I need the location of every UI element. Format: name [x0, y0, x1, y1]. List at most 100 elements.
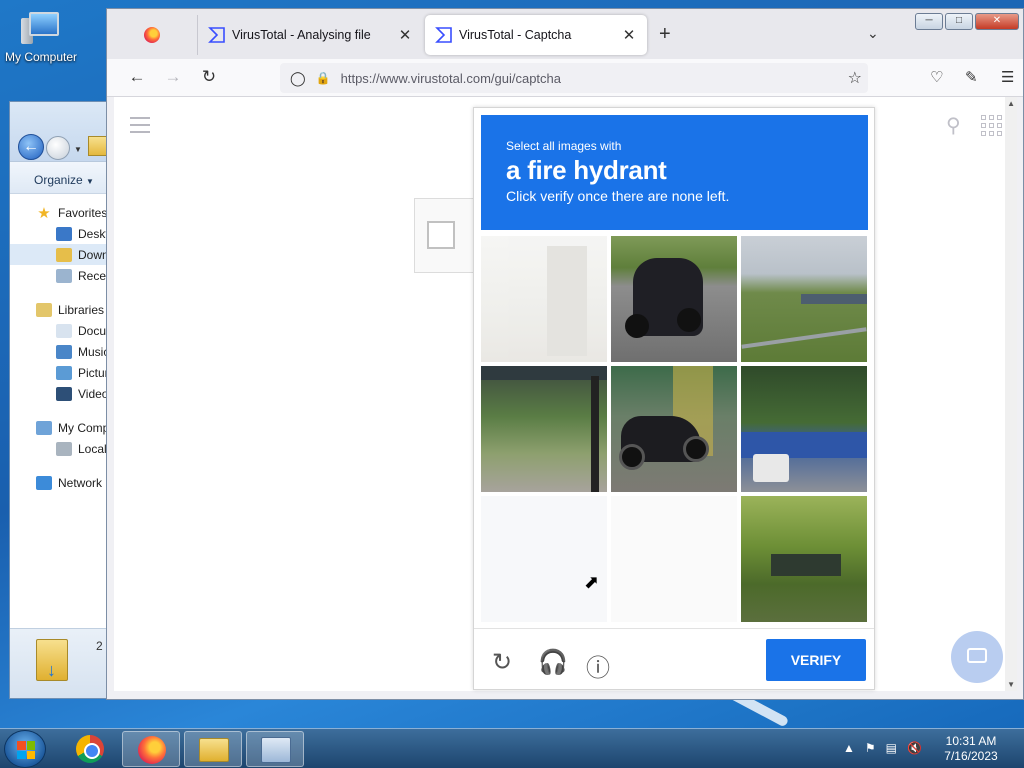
captcha-instruction: Select all images with [506, 139, 622, 153]
music-icon [56, 344, 72, 359]
url-text[interactable]: https://www.virustotal.com/gui/captcha [341, 71, 848, 86]
action-center-flag-icon[interactable]: ⚑ [865, 741, 876, 755]
nav-item-network[interactable]: Network [10, 472, 109, 493]
virustotal-icon [435, 27, 452, 43]
pocket-icon[interactable]: ♡ [930, 68, 943, 86]
captcha-footer: ↻ 🎧 ⓘ VERIFY [474, 628, 874, 691]
page-scrollbar[interactable]: ▲ ▼ [1005, 97, 1017, 691]
tab-analysing-file[interactable]: VirusTotal - Analysing file ✕ [197, 15, 423, 55]
close-icon[interactable]: ✕ [621, 26, 637, 44]
apps-grid-icon[interactable] [981, 115, 1002, 136]
tab-captcha[interactable]: VirusTotal - Captcha ✕ [425, 15, 647, 55]
volume-muted-icon[interactable]: 🔇 [907, 741, 922, 755]
captcha-tile-3[interactable] [741, 236, 867, 362]
menu-icon[interactable]: ☰ [1001, 68, 1014, 86]
reload-icon[interactable]: ↻ [197, 67, 221, 87]
nav-item-music[interactable]: Music [10, 341, 109, 362]
taskbar-firefox[interactable] [122, 731, 180, 767]
disk-icon [56, 441, 72, 456]
nav-item-label: Pictures [78, 365, 109, 380]
taskbar-chrome[interactable] [60, 731, 118, 767]
captcha-header: Select all images with a fire hydrant Cl… [481, 115, 868, 230]
close-icon[interactable]: ✕ [397, 26, 413, 44]
system-clock[interactable]: 10:31 AM 7/16/2023 [936, 734, 1006, 764]
nav-item-desktop[interactable]: Desktop [10, 223, 109, 244]
explorer-window: ← ▼ Organize ▼ ★ Favorites Desktop Downlo… [9, 101, 110, 699]
maximize-icon[interactable]: □ [945, 13, 973, 30]
network-status-icon[interactable]: ▤ [886, 741, 897, 755]
nav-bar: ← → ↻ ◯ 🔒 https://www.virustotal.com/gui… [107, 59, 1023, 97]
nav-item-label: Desktop [78, 226, 109, 241]
captcha-tile-7[interactable] [481, 496, 607, 622]
shield-icon[interactable]: ◯ [290, 70, 306, 87]
start-button[interactable] [4, 730, 46, 768]
nav-item-pictures[interactable]: Pictures [10, 362, 109, 383]
chrome-icon [76, 735, 104, 763]
captcha-tile-6[interactable] [741, 366, 867, 492]
minimize-icon[interactable]: ─ [915, 13, 943, 30]
tab-bar: VirusTotal - Analysing file ✕ VirusTotal… [107, 9, 1023, 59]
captcha-tile-1[interactable] [481, 236, 607, 362]
refresh-icon[interactable]: ↻ [492, 648, 512, 677]
url-bar[interactable]: ◯ 🔒 https://www.virustotal.com/gui/captc… [280, 63, 868, 93]
downloads-folder-icon: ↓ [36, 639, 68, 681]
taskbar-explorer[interactable] [184, 731, 242, 767]
nav-item-documents[interactable]: Documents [10, 320, 109, 341]
extensions-icon[interactable]: ✎ [965, 68, 978, 86]
control-panel-icon [261, 737, 291, 763]
tab-title: VirusTotal - Analysing file [232, 28, 371, 42]
hamburger-menu-icon[interactable] [130, 117, 150, 138]
scroll-down-icon[interactable]: ▼ [1007, 680, 1015, 689]
chevron-down-icon[interactable]: ⌄ [867, 25, 879, 42]
downloads-icon [56, 247, 72, 262]
close-window-icon[interactable]: ✕ [975, 13, 1019, 30]
organize-button[interactable]: Organize ▼ [10, 162, 109, 194]
network-icon [36, 475, 52, 490]
captcha-target: a fire hydrant [506, 155, 667, 185]
forward-icon[interactable]: → [161, 67, 185, 87]
nav-item-downloads[interactable]: Downloads [10, 244, 109, 265]
system-tray: ▲ ⚑ ▤ 🔇 [843, 741, 922, 755]
recent-icon [56, 268, 72, 283]
chat-icon [967, 648, 987, 663]
captcha-tile-8[interactable] [611, 496, 737, 622]
recent-pages-dropdown-icon[interactable]: ▼ [74, 145, 82, 154]
nav-item-local-disk[interactable]: Local Disk [10, 438, 109, 459]
audio-headphones-icon[interactable]: 🎧 [538, 648, 568, 677]
desktop-icon-my-computer[interactable]: My Computer [2, 8, 80, 64]
captcha-tile-5[interactable] [611, 366, 737, 492]
folder-icon [199, 738, 229, 762]
back-arrow-icon[interactable]: ← [18, 134, 44, 160]
captcha-tile-4[interactable] [481, 366, 607, 492]
back-icon[interactable]: ← [125, 67, 149, 87]
captcha-checkbox[interactable] [427, 221, 455, 249]
show-hidden-icons-icon[interactable]: ▲ [843, 741, 855, 755]
documents-icon [56, 323, 72, 338]
tab-pinned[interactable] [107, 15, 197, 55]
desktop-icon-label: My Computer [4, 50, 78, 64]
search-icon[interactable]: ⚲ [946, 113, 961, 138]
nav-item-my-computer[interactable]: My Computer [10, 417, 109, 438]
new-tab-icon[interactable]: + [659, 23, 671, 46]
firefox-icon [138, 736, 166, 764]
nav-item-libraries[interactable]: Libraries [10, 299, 109, 320]
nav-item-label: Network [58, 475, 103, 490]
mouse-cursor-icon: ⬈ [584, 572, 600, 592]
computer-icon [36, 420, 52, 435]
lock-icon[interactable]: 🔒 [316, 71, 331, 85]
info-icon[interactable]: ⓘ [586, 648, 610, 683]
captcha-tile-2[interactable] [611, 236, 737, 362]
chat-button[interactable] [951, 631, 1003, 683]
forward-arrow-icon[interactable] [46, 136, 70, 160]
scroll-up-icon[interactable]: ▲ [1007, 99, 1015, 108]
verify-button[interactable]: VERIFY [766, 639, 866, 681]
taskbar-control-panel[interactable] [246, 731, 304, 767]
bookmark-star-icon[interactable]: ☆ [848, 68, 862, 88]
nav-item-videos[interactable]: Videos [10, 383, 109, 404]
captcha-tile-9[interactable] [741, 496, 867, 622]
clock-date: 7/16/2023 [944, 749, 998, 763]
nav-item-favorites[interactable]: ★ Favorites [10, 202, 109, 223]
computer-icon [19, 8, 63, 46]
nav-item-recent[interactable]: Recent Places [10, 265, 109, 286]
nav-item-label: Downloads [78, 247, 109, 262]
